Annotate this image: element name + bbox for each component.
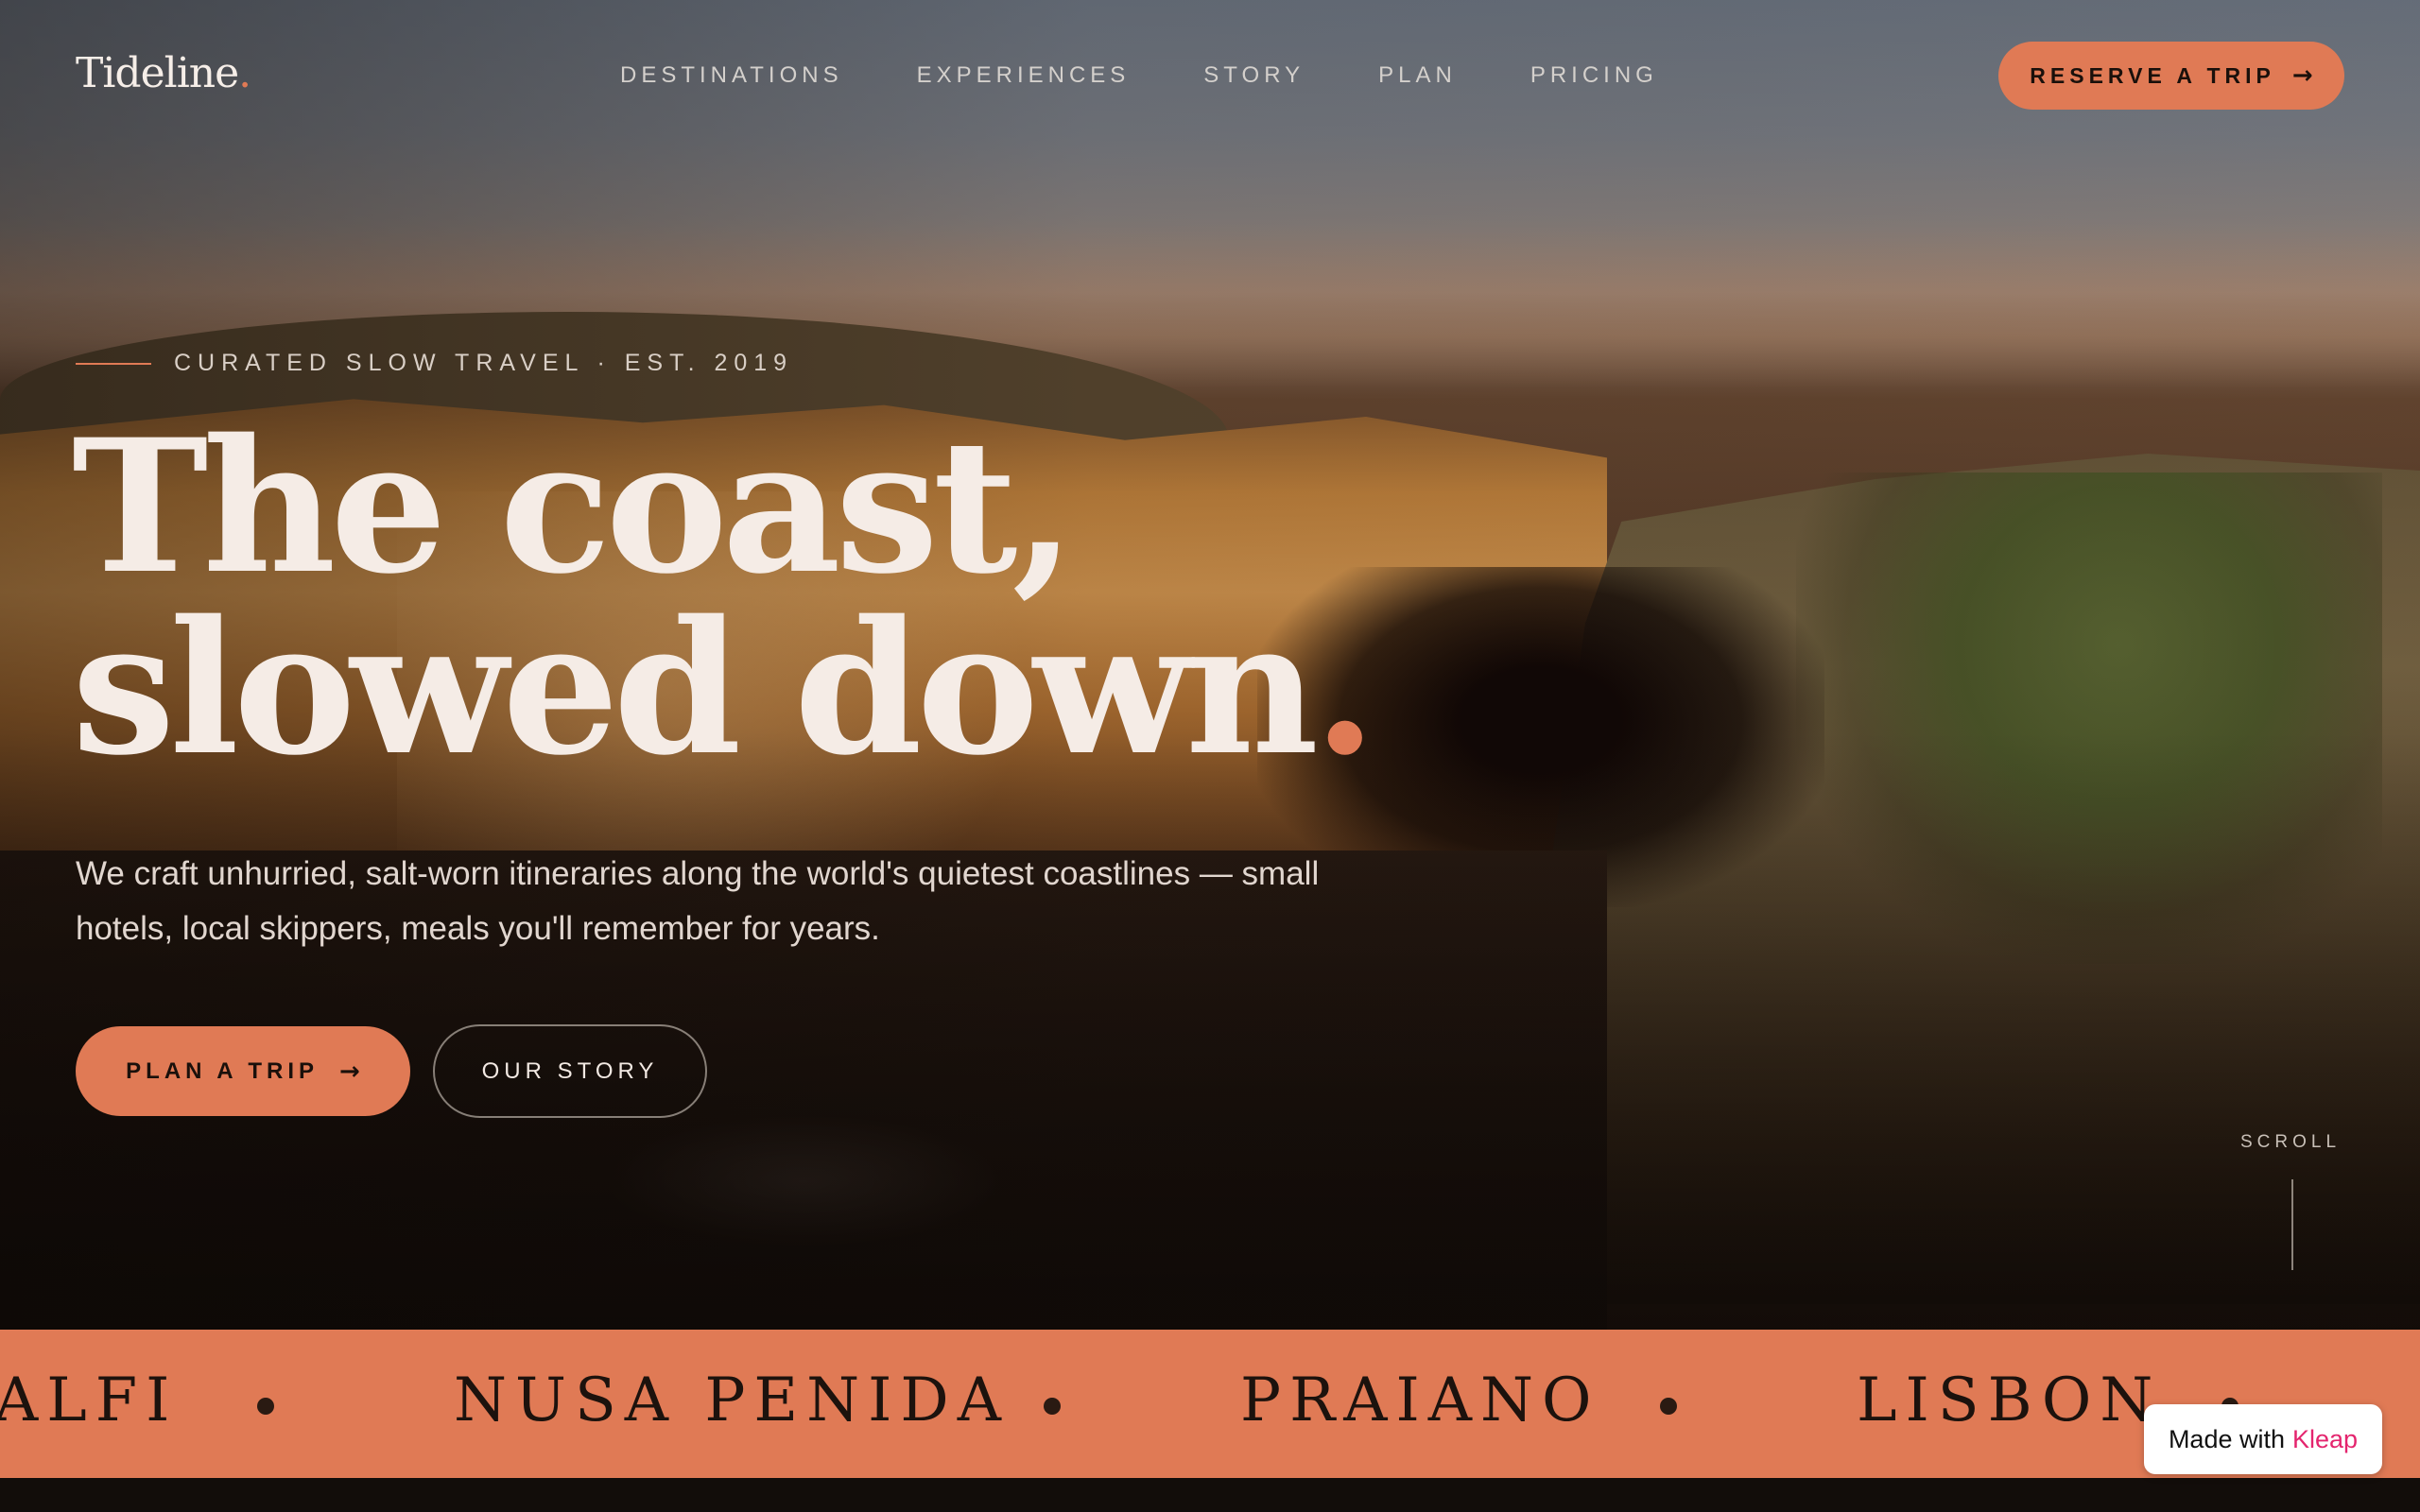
plan-trip-button[interactable]: PLAN A TRIP → [76,1026,410,1116]
hero-lede: We craft unhurried, salt-worn itinerarie… [76,855,1320,947]
hero-headline: The coast, slowed down. [72,399,1377,780]
eyebrow-text: CURATED SLOW TRAVEL · EST. 2019 [174,350,794,376]
footer-strip [0,1478,2420,1512]
arrow-right-icon: → [339,1057,360,1086]
our-story-label: OUR STORY [481,1057,659,1084]
badge-brand: Kleap [2292,1424,2359,1453]
marquee-item: PRAIANO [1240,1366,1600,1435]
destinations-marquee: ALFI NUSA PENIDA PRAIANO LISBON [0,1330,2420,1478]
headline-dot: . [1313,580,1377,796]
plan-trip-label: PLAN A TRIP [126,1057,320,1084]
nav-destinations[interactable]: DESTINATIONS [620,62,843,89]
arrow-right-icon: → [2291,61,2313,90]
headline-line-2-text: slowed down [72,580,1319,796]
badge-prefix: Made with [2168,1424,2285,1453]
brand-logo[interactable]: Tideline. [76,49,251,97]
eyebrow-rule [76,362,151,365]
reserve-trip-button[interactable]: RESERVE A TRIP → [1998,42,2344,110]
nav-pricing[interactable]: PRICING [1530,62,1658,89]
made-with-kleap-badge[interactable]: Made with Kleap [2144,1404,2382,1474]
marquee-item: LISBON [1857,1366,2162,1435]
marquee-item: ALFI [0,1366,179,1435]
nav-plan[interactable]: PLAN [1378,62,1457,89]
main-nav: DESTINATIONS EXPERIENCES STORY PLAN PRIC… [620,62,1732,89]
nav-story[interactable]: STORY [1203,62,1305,89]
brand-name: Tideline [76,49,239,97]
brand-dot: . [238,49,251,97]
reserve-trip-label: RESERVE A TRIP [2030,62,2275,88]
marquee-item: NUSA PENIDA [454,1366,1010,1435]
scroll-indicator-label: SCROLL [2240,1132,2342,1152]
marquee-separator-dot [1044,1398,1061,1415]
marquee-separator-dot [1660,1398,1677,1415]
hero-eyebrow: CURATED SLOW TRAVEL · EST. 2019 [76,350,793,377]
headline-line-1: The coast, [72,399,1076,614]
marquee-separator-dot [257,1398,274,1415]
scroll-indicator-line [2291,1179,2293,1270]
our-story-button[interactable]: OUR STORY [433,1024,707,1118]
nav-experiences[interactable]: EXPERIENCES [917,62,1131,89]
headline-line-2: slowed down. [72,596,1377,780]
